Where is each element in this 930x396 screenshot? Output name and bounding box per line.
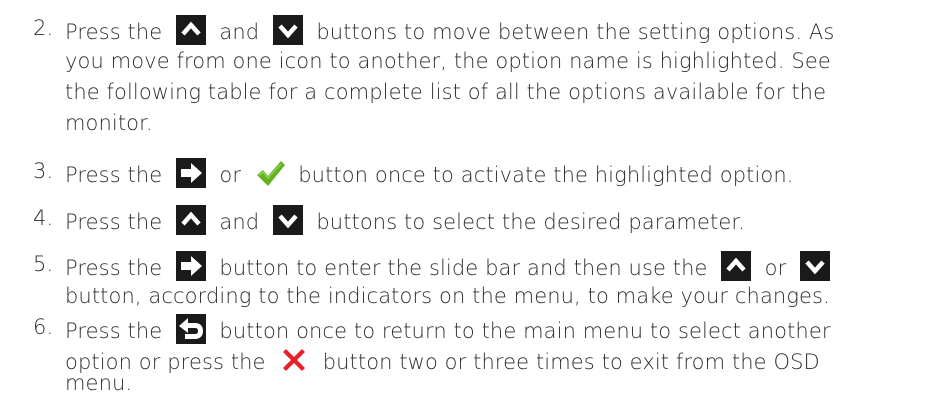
step-text: button two or three times to exit from t… — [315, 350, 820, 374]
step-line: Press the or button once to activate the… — [65, 158, 794, 188]
checkmark-icon — [255, 158, 285, 188]
up-arrow-icon — [721, 251, 752, 281]
step-number: 5. — [33, 252, 54, 276]
step-text: Press the — [65, 210, 170, 234]
step-text: Press the — [65, 319, 170, 343]
up-arrow-icon — [175, 205, 206, 235]
close-icon — [279, 345, 309, 375]
up-arrow-icon — [175, 15, 206, 45]
step-text: or — [212, 163, 248, 187]
right-arrow-icon — [175, 158, 206, 188]
back-arrow-icon — [175, 314, 206, 344]
step-line: Press the button once to return to the m… — [65, 314, 831, 344]
step-text: button once to return to the main menu t… — [212, 319, 831, 343]
right-arrow-icon — [175, 251, 206, 281]
step-text: and — [212, 20, 267, 44]
step-text: Press the — [65, 20, 170, 44]
down-arrow-icon — [272, 15, 303, 45]
step-text: buttons to move between the setting opti… — [309, 20, 835, 44]
step-text: Press the — [65, 256, 170, 280]
step-text: button to enter the slide bar and then u… — [212, 256, 715, 280]
step-line: Press the and buttons to select the desi… — [65, 205, 745, 235]
step-number: 3. — [33, 159, 54, 183]
down-arrow-icon — [799, 251, 830, 281]
step-number: 4. — [33, 206, 54, 230]
step-line: button, according to the indicators on t… — [65, 284, 830, 308]
step-line: the following table for a complete list … — [65, 80, 827, 104]
step-number: 2. — [33, 16, 54, 40]
step-text: Press the — [65, 163, 170, 187]
step-line: Press the and buttons to move between th… — [65, 15, 834, 45]
step-line: menu. — [65, 371, 133, 395]
step-line: you move from one icon to another, the o… — [65, 49, 831, 73]
step-line: Press the button to enter the slide bar … — [65, 251, 830, 281]
step-text: button once to activate the highlighted … — [291, 163, 794, 187]
step-line: option or press the button two or three … — [65, 345, 820, 375]
step-text: and — [212, 210, 267, 234]
down-arrow-icon — [272, 205, 303, 235]
step-text: or — [757, 256, 794, 280]
step-line: monitor. — [65, 111, 153, 135]
step-number: 6. — [33, 315, 54, 339]
step-text: buttons to select the desired parameter. — [309, 210, 745, 234]
